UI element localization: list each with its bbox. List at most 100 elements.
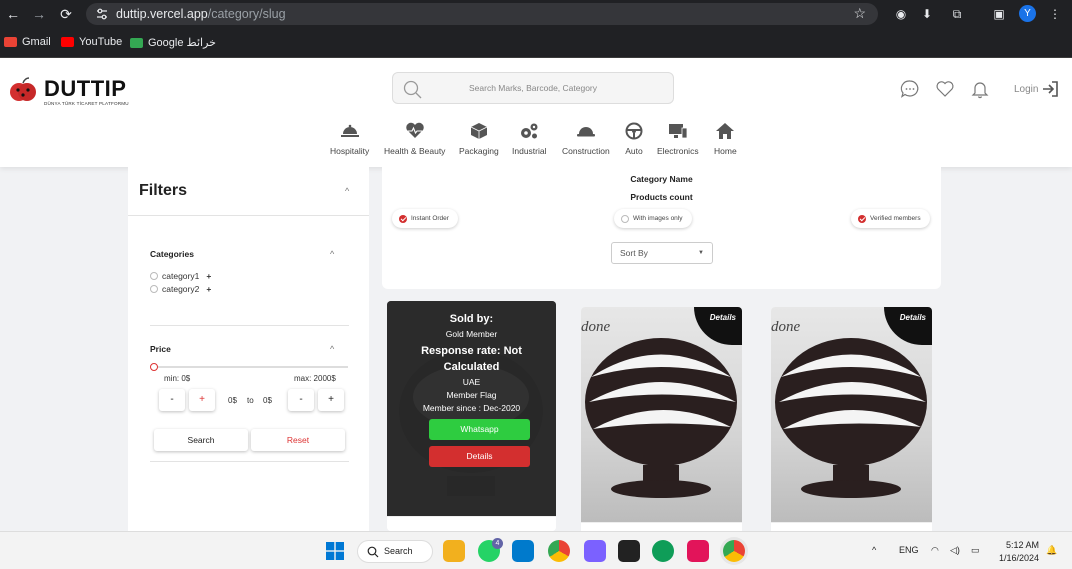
terminal-icon[interactable] [618, 540, 640, 562]
category-health-beauty[interactable]: Health & Beauty [384, 122, 445, 156]
search-placeholder: Search Marks, Barcode, Category [468, 83, 598, 93]
chat-icon[interactable] [900, 79, 920, 99]
product-card[interactable]: done Details [581, 307, 742, 537]
taskbar: Search 4 ^ ENG ◠ ◁) ▭ 5:12 AM 1/16/2024 🔔 [0, 531, 1072, 569]
price-slider-handle[interactable] [150, 363, 158, 371]
filter-reset-button[interactable]: Reset [251, 429, 345, 451]
reload-icon[interactable]: ⟳ [57, 5, 75, 23]
category-filter-item[interactable]: category1 + [150, 271, 211, 281]
file-explorer-icon[interactable] [443, 540, 465, 562]
steering-wheel-icon [625, 122, 643, 140]
jetbrains-icon[interactable] [687, 540, 709, 562]
notification-bell-icon[interactable]: 🔔 [1046, 545, 1057, 556]
box-icon [470, 123, 488, 139]
member-level: Gold Member [445, 329, 498, 339]
language-indicator[interactable]: ENG [899, 545, 919, 555]
category-construction[interactable]: Construction [562, 122, 610, 156]
price-title: Price [150, 344, 171, 354]
heartbeat-icon [406, 122, 424, 138]
extensions-puzzle-icon[interactable]: ⧉ [948, 5, 966, 23]
bookmark-youtube[interactable]: YouTube [61, 36, 122, 48]
menu-icon[interactable]: ⋮ [1046, 5, 1064, 23]
forward-icon[interactable]: → [30, 5, 48, 23]
vscode-icon[interactable] [512, 540, 534, 562]
chrome-icon[interactable] [548, 540, 570, 562]
tray-expand-icon[interactable]: ^ [872, 545, 876, 555]
site-settings-icon[interactable] [94, 6, 110, 22]
category-hospitality[interactable]: Hospitality [330, 122, 369, 156]
price-min-label: min: 0$ [164, 374, 191, 383]
battery-icon[interactable]: ▭ [971, 545, 980, 556]
computer-icon [668, 124, 688, 139]
gears-icon [521, 123, 538, 139]
category-packaging[interactable]: Packaging [459, 122, 499, 156]
vuetify-icon[interactable] [584, 540, 606, 562]
max-decrement-button[interactable]: - [288, 389, 314, 411]
login-arrow-icon[interactable] [1042, 80, 1060, 98]
card-footer [387, 516, 556, 531]
dropdown-arrow-icon: ▼ [698, 250, 704, 256]
windows-start-icon[interactable] [326, 542, 344, 560]
instant-order-toggle[interactable]: Instant Order [392, 209, 458, 228]
site-search-input[interactable]: Search Marks, Barcode, Category [392, 72, 674, 104]
expand-plus-icon[interactable]: + [206, 271, 211, 281]
heart-icon[interactable] [935, 79, 955, 99]
category-industrial[interactable]: Industrial [512, 122, 547, 156]
category-electronics[interactable]: Electronics [657, 122, 699, 156]
bookmark-gmail[interactable]: Gmail [4, 36, 51, 48]
youtube-icon [61, 37, 74, 47]
category-home[interactable]: Home [714, 122, 737, 156]
edge-icon[interactable] [652, 540, 674, 562]
price-collapse-icon[interactable]: ^ [330, 344, 334, 354]
product-card[interactable]: Sold by: Gold Member Response rate: Not … [387, 301, 556, 531]
member-flag: Member Flag [446, 390, 497, 400]
with-images-toggle[interactable]: With images only [614, 209, 692, 228]
done-watermark: done [771, 319, 801, 335]
filters-collapse-icon[interactable]: ^ [345, 186, 349, 196]
bookmark-google-maps[interactable]: Google خرائط [130, 36, 216, 49]
filter-search-button[interactable]: Search [154, 429, 248, 451]
category-filter-item[interactable]: category2 + [150, 284, 211, 294]
whatsapp-button[interactable]: Whatsapp [429, 419, 530, 440]
profile-avatar[interactable]: Y [1019, 5, 1036, 22]
login-link[interactable]: Login [1014, 84, 1038, 95]
filters-panel: Filters ^ Categories ^ category1 + catego… [128, 167, 369, 537]
address-bar[interactable]: duttip.vercel.app/category/slug ☆ [86, 3, 878, 25]
whatsapp-badge: 4 [492, 538, 503, 549]
side-panel-icon[interactable]: ▣ [990, 5, 1008, 23]
chrome-active-icon[interactable] [723, 540, 745, 562]
filters-title: Filters [139, 182, 188, 199]
category-auto[interactable]: Auto [624, 122, 644, 156]
url-text: duttip.vercel.app/category/slug [116, 7, 286, 21]
bookmark-star-icon[interactable]: ☆ [853, 5, 866, 22]
sort-by-select[interactable]: Sort By ▼ [611, 242, 713, 264]
download-icon[interactable]: ⬇ [918, 5, 936, 23]
extension-icon[interactable]: ◉ [892, 5, 910, 23]
min-decrement-button[interactable]: - [159, 389, 185, 411]
categories-collapse-icon[interactable]: ^ [330, 249, 334, 259]
min-increment-button[interactable]: + [189, 389, 215, 411]
radio-button[interactable] [150, 285, 158, 293]
taskbar-search[interactable]: Search [357, 540, 433, 563]
clock[interactable]: 5:12 AM 1/16/2024 [993, 539, 1039, 565]
site-header: DUTTIP DÜNYA TÜRK TİCARET PLATFORMU Sear… [0, 58, 1072, 167]
max-increment-button[interactable]: + [318, 389, 344, 411]
price-slider-track[interactable] [153, 366, 348, 368]
site-logo[interactable]: DUTTIP [44, 76, 126, 102]
price-to-label: to [247, 396, 254, 405]
gmail-icon [4, 37, 17, 47]
product-card[interactable]: done Details [771, 307, 932, 537]
expand-plus-icon[interactable]: + [206, 284, 211, 294]
verified-members-toggle[interactable]: Verified members [851, 209, 930, 228]
price-to-value: 0$ [263, 396, 272, 405]
apple-logo-icon[interactable] [9, 76, 37, 104]
back-icon[interactable]: ← [4, 5, 22, 23]
radio-button[interactable] [150, 272, 158, 280]
details-button[interactable]: Details [429, 446, 530, 467]
member-since: Member since : Dec-2020 [422, 403, 521, 413]
response-rate: Response rate: Not Calculated [421, 345, 522, 373]
wifi-icon[interactable]: ◠ [931, 545, 939, 556]
volume-icon[interactable]: ◁) [950, 545, 960, 556]
divider [150, 461, 349, 462]
bell-icon[interactable] [970, 79, 990, 99]
